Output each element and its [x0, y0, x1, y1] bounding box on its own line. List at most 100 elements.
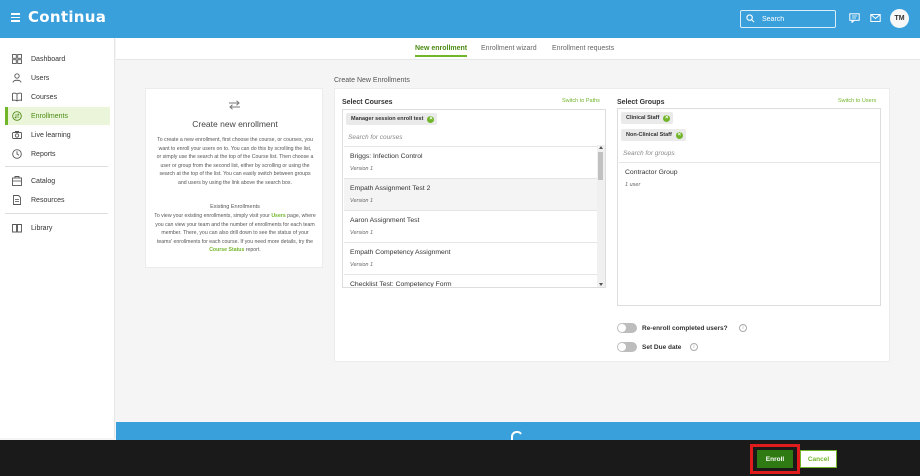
user-avatar[interactable]: TM [890, 9, 909, 28]
sidebar: Dashboard Users Courses Enrollments Live… [0, 38, 115, 438]
sidebar-item-label: Resources [31, 196, 65, 204]
remove-chip-icon[interactable]: × [675, 131, 683, 139]
course-version: Version 1 [350, 230, 374, 236]
course-name: Briggs: Infection Control [350, 153, 423, 160]
sidebar-item-users[interactable]: Users [5, 69, 110, 87]
course-name: Checklist Test: Competency Form [350, 281, 452, 288]
remove-chip-icon[interactable]: × [427, 115, 435, 123]
toggle-knob [618, 343, 626, 351]
sidebar-item-live-learning[interactable]: Live learning [5, 126, 110, 144]
course-list-item[interactable]: Briggs: Infection Control Version 1 [344, 146, 598, 178]
course-list-item[interactable]: Empath Assignment Test 2 Version 1 [344, 178, 598, 210]
paragraph-text: report. [244, 247, 261, 254]
cancel-button[interactable]: Cancel [800, 450, 837, 468]
tab-enrollment-requests[interactable]: Enrollment requests [552, 45, 614, 52]
chip-label: Manager session enroll test [351, 116, 424, 122]
scroll-down-icon[interactable] [599, 283, 603, 286]
toggle-knob [618, 324, 626, 332]
sidebar-item-label: Enrollments [31, 112, 68, 120]
info-card-paragraph: To create a new enrollment, first choose… [156, 137, 314, 186]
course-name: Empath Assignment Test 2 [350, 185, 431, 192]
paragraph-text: To view your existing enrollments, simpl… [154, 213, 272, 219]
enroll-button[interactable]: Enroll [757, 450, 793, 468]
tab-new-enrollment[interactable]: New enrollment [415, 45, 468, 57]
course-name: Aaron Assignment Test [350, 217, 420, 224]
document-icon [13, 195, 21, 205]
chat-icon[interactable] [849, 13, 860, 23]
hamburger-menu-icon[interactable] [11, 13, 20, 22]
course-status-link[interactable]: Course Status [209, 247, 244, 253]
search-input[interactable] [762, 13, 832, 25]
search-icon [746, 14, 755, 23]
existing-enrollments-paragraph: To view your existing enrollments, simpl… [154, 212, 316, 255]
sidebar-item-dashboard[interactable]: Dashboard [5, 50, 110, 68]
due-date-label: Set Due date [642, 344, 682, 351]
select-courses-label: Select Courses [342, 99, 393, 106]
sidebar-divider [5, 213, 108, 214]
sidebar-item-reports[interactable]: Reports [5, 145, 110, 163]
swap-arrows-icon [229, 100, 240, 110]
reenroll-label: Re-enroll completed users? [642, 325, 728, 332]
info-card-title: Create new enrollment [192, 119, 278, 129]
reenroll-toggle[interactable] [617, 323, 637, 333]
scrollbar-thumb[interactable] [598, 152, 603, 180]
mail-icon[interactable] [870, 13, 881, 23]
scroll-up-icon[interactable] [599, 146, 603, 149]
section-title: Create New Enrollments [334, 77, 410, 84]
sidebar-item-label: Reports [31, 150, 56, 158]
selected-group-chip: Non-Clinical Staff × [621, 129, 686, 141]
global-search[interactable] [740, 10, 836, 28]
course-list-item[interactable]: Aaron Assignment Test Version 1 [344, 210, 598, 242]
chip-label: Clinical Staff [626, 115, 660, 121]
sidebar-item-label: Library [31, 224, 53, 232]
info-card: Create new enrollment To create a new en… [145, 88, 323, 268]
course-version: Version 1 [350, 262, 374, 268]
help-icon[interactable]: i [690, 343, 698, 351]
course-version: Version 1 [350, 166, 374, 172]
clock-icon [12, 149, 22, 159]
enrollment-tabbar: New enrollment Enrollment wizard Enrollm… [116, 38, 920, 60]
course-name: Empath Competency Assignment [350, 249, 451, 256]
chip-label: Non-Clinical Staff [626, 132, 672, 138]
existing-enrollments-heading: Existing Enrollments [210, 204, 260, 210]
group-search-input[interactable] [623, 147, 863, 159]
continua-logo[interactable]: Continua [28, 8, 106, 26]
sidebar-item-label: Live learning [31, 131, 71, 139]
course-list-scrollbar[interactable] [597, 145, 605, 287]
sidebar-item-library[interactable]: Library [5, 219, 110, 237]
sidebar-item-label: Users [31, 74, 50, 82]
sidebar-item-label: Courses [31, 93, 58, 101]
remove-chip-icon[interactable]: × [663, 114, 671, 122]
course-version: Version 1 [350, 198, 374, 204]
user-icon [12, 73, 22, 83]
group-list-item[interactable]: Contractor Group 1 user [619, 162, 880, 194]
selected-course-chip: Manager session enroll test × [346, 113, 438, 125]
select-groups-label: Select Groups [617, 99, 665, 106]
camera-icon [12, 131, 22, 139]
top-bar: Continua TM [0, 0, 920, 38]
course-list-item[interactable]: Empath Competency Assignment Version 1 [344, 242, 598, 274]
course-search-input[interactable] [348, 131, 588, 143]
library-icon [12, 224, 22, 233]
tab-enrollment-wizard[interactable]: Enrollment wizard [481, 45, 537, 52]
help-icon[interactable]: i [739, 324, 747, 332]
due-date-toggle[interactable] [617, 342, 637, 352]
groups-selector: Clinical Staff × Non-Clinical Staff × Co… [617, 108, 881, 306]
enrollment-icon [12, 111, 22, 121]
book-icon [12, 92, 22, 102]
course-list-item[interactable]: Checklist Test: Competency Form [344, 274, 598, 288]
switch-to-users-link[interactable]: Switch to Users [838, 98, 876, 104]
group-user-count: 1 user [625, 182, 641, 188]
courses-selector: Manager session enroll test × Briggs: In… [342, 109, 606, 288]
sidebar-item-enrollments[interactable]: Enrollments [5, 107, 110, 125]
switch-to-paths-link[interactable]: Switch to Paths [562, 98, 600, 104]
sidebar-item-label: Catalog [31, 177, 56, 185]
selected-group-chip: Clinical Staff × [621, 112, 674, 124]
sidebar-divider [5, 166, 108, 167]
catalog-icon [12, 176, 22, 186]
sidebar-item-courses[interactable]: Courses [5, 88, 110, 106]
sidebar-item-resources[interactable]: Resources [5, 191, 110, 209]
sidebar-item-label: Dashboard [31, 55, 66, 63]
users-link[interactable]: Users [271, 213, 285, 219]
sidebar-item-catalog[interactable]: Catalog [5, 172, 110, 190]
